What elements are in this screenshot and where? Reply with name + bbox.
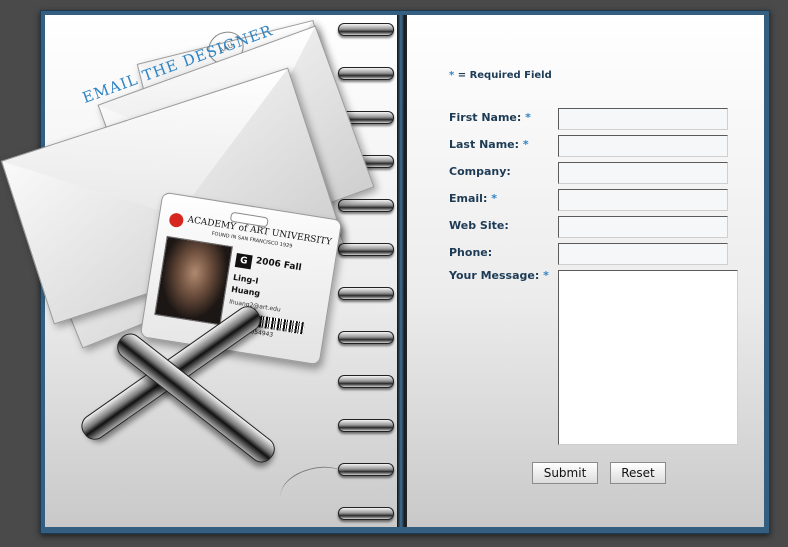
last-name-label: Last Name: * bbox=[449, 138, 529, 151]
label-text: Web Site: bbox=[449, 219, 509, 232]
spiral-ring bbox=[338, 331, 394, 344]
spiral-ring bbox=[338, 375, 394, 388]
required-star: * bbox=[522, 138, 529, 151]
badge-photo bbox=[154, 235, 233, 326]
label-text: Your Message: bbox=[449, 269, 540, 282]
first-name-label: First Name: * bbox=[449, 111, 531, 124]
required-field-note: * = Required Field bbox=[449, 70, 552, 81]
label-text: Phone: bbox=[449, 246, 493, 259]
notebook-spine bbox=[397, 15, 405, 527]
label-text: Company: bbox=[449, 165, 511, 178]
web-site-input[interactable] bbox=[558, 216, 728, 238]
web-site-label: Web Site: bbox=[449, 219, 509, 232]
badge-last-name: Huang bbox=[230, 284, 261, 299]
required-note-text: = Required Field bbox=[457, 70, 552, 81]
company-input[interactable] bbox=[558, 162, 728, 184]
badge-grade-letter: G bbox=[234, 253, 253, 270]
university-logo-icon bbox=[168, 212, 185, 229]
email-input[interactable] bbox=[558, 189, 728, 211]
spiral-ring bbox=[338, 23, 394, 36]
required-star: * bbox=[449, 70, 455, 81]
required-star: * bbox=[525, 111, 531, 124]
badge-term: 2006 Fall bbox=[255, 256, 303, 274]
first-name-input[interactable] bbox=[558, 108, 728, 130]
phone-input[interactable] bbox=[558, 243, 728, 265]
spiral-ring bbox=[338, 287, 394, 300]
label-text: First Name: bbox=[449, 111, 522, 124]
required-star: * bbox=[543, 269, 549, 282]
phone-label: Phone: bbox=[449, 246, 492, 259]
submit-button[interactable]: Submit bbox=[532, 462, 598, 484]
label-text: Last Name: bbox=[449, 138, 520, 151]
spiral-ring bbox=[338, 419, 394, 432]
required-star: * bbox=[491, 192, 497, 205]
message-textarea[interactable] bbox=[558, 270, 738, 445]
message-label: Your Message: * bbox=[449, 269, 549, 282]
spiral-ring bbox=[338, 67, 394, 80]
spiral-ring bbox=[338, 199, 394, 212]
label-text: Email: bbox=[449, 192, 488, 205]
spiral-ring bbox=[338, 507, 394, 520]
reset-button[interactable]: Reset bbox=[610, 462, 666, 484]
company-label: Company: bbox=[449, 165, 511, 178]
last-name-input[interactable] bbox=[558, 135, 728, 157]
badge-first-name: Ling-I bbox=[232, 272, 260, 286]
spiral-ring bbox=[338, 243, 394, 256]
email-label: Email: * bbox=[449, 192, 497, 205]
